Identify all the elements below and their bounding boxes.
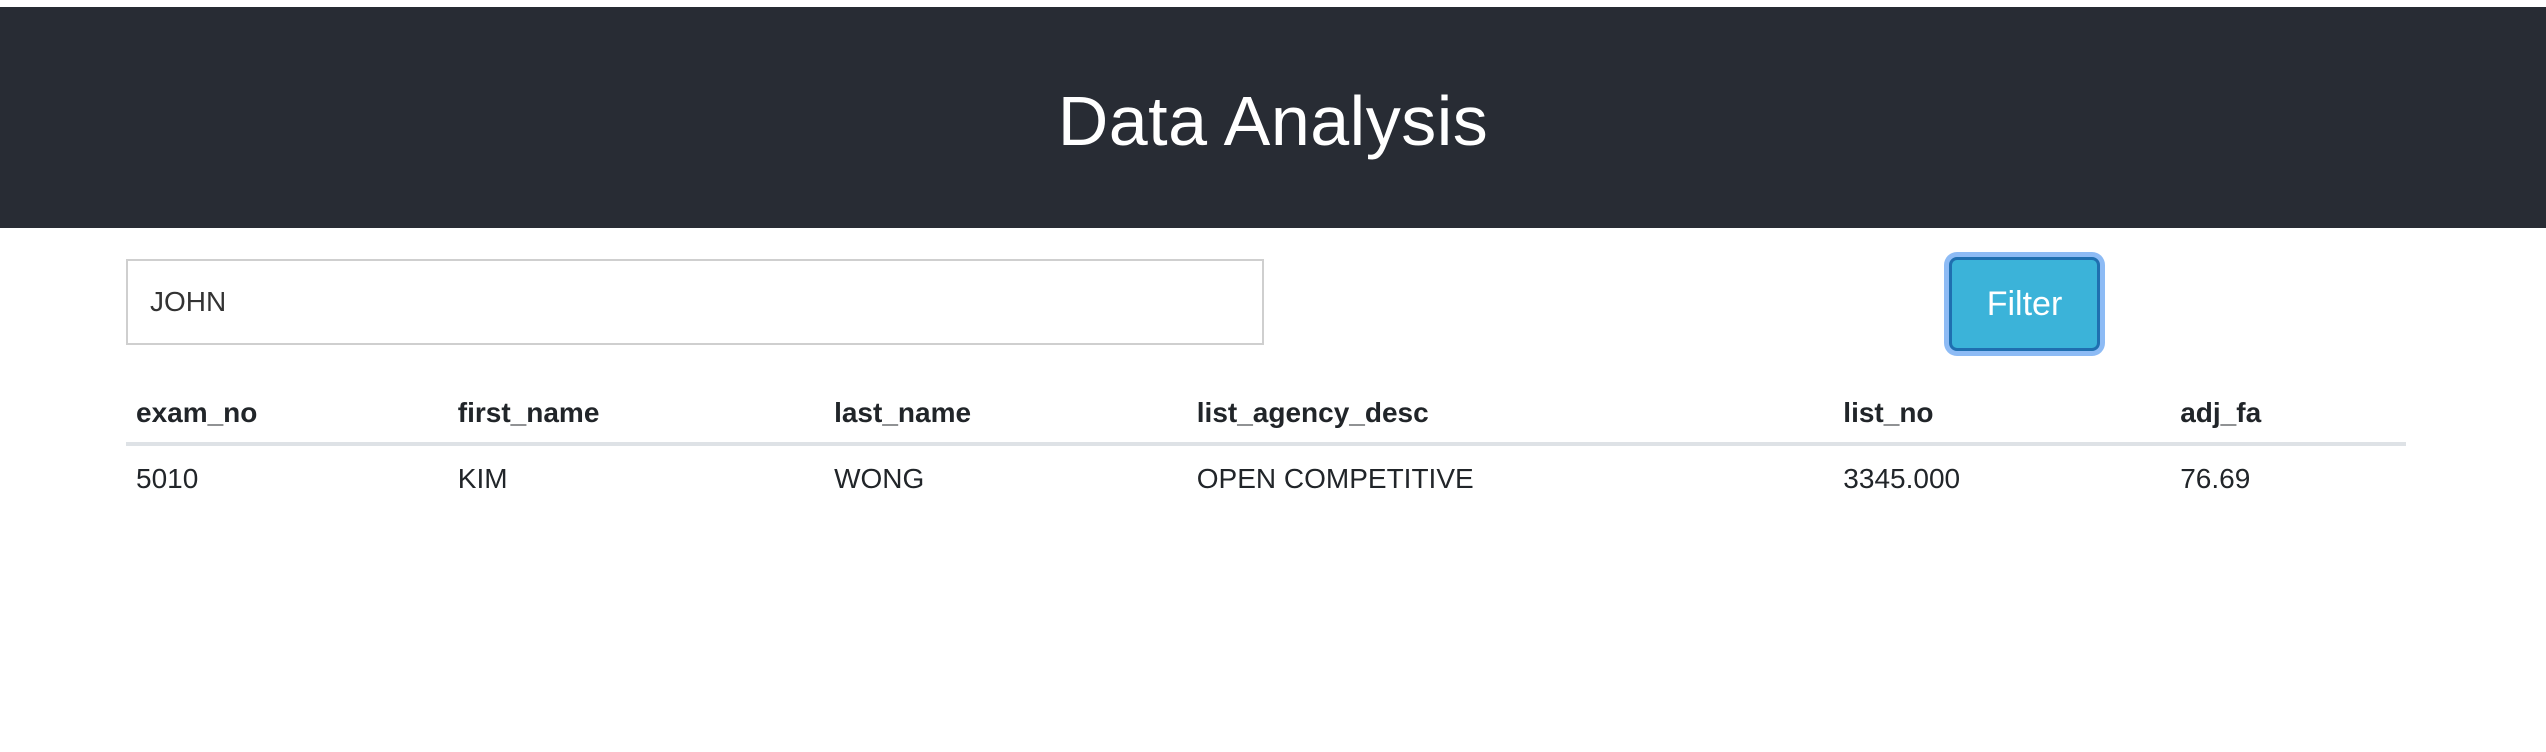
table-header-row: exam_no first_name last_name list_agency… bbox=[126, 384, 2406, 446]
column-header-list-no[interactable]: list_no bbox=[1833, 384, 2171, 446]
cell-list-no: 3345.000 bbox=[1843, 463, 1961, 494]
search-input[interactable] bbox=[126, 259, 1264, 345]
column-header-list-agency-desc[interactable]: list_agency_desc bbox=[1186, 384, 1834, 446]
cell-exam-no: 5010 bbox=[136, 463, 199, 494]
column-header-exam-no[interactable]: exam_no bbox=[126, 384, 448, 446]
app-header: Data Analysis bbox=[0, 7, 2546, 228]
column-header-adj-fa[interactable]: adj_fa bbox=[2170, 384, 2406, 446]
table-row[interactable]: 5010 KIM WONG OPEN COMPETITIVE 3345.000 … bbox=[126, 444, 2406, 512]
column-header-last-name[interactable]: last_name bbox=[824, 384, 1187, 446]
cell-last-name: WONG bbox=[834, 463, 925, 494]
cell-list-agency-desc: OPEN COMPETITIVE bbox=[1196, 463, 1474, 494]
filter-button[interactable]: Filter bbox=[1949, 257, 2100, 351]
top-strip bbox=[0, 0, 2546, 7]
cell-first-name: KIM bbox=[457, 463, 508, 494]
cell-adj-fa: 76.69 bbox=[2180, 463, 2251, 494]
page-title: Data Analysis bbox=[1057, 81, 1489, 160]
results-table: exam_no first_name last_name list_agency… bbox=[126, 384, 2406, 512]
column-header-first-name[interactable]: first_name bbox=[447, 384, 825, 446]
